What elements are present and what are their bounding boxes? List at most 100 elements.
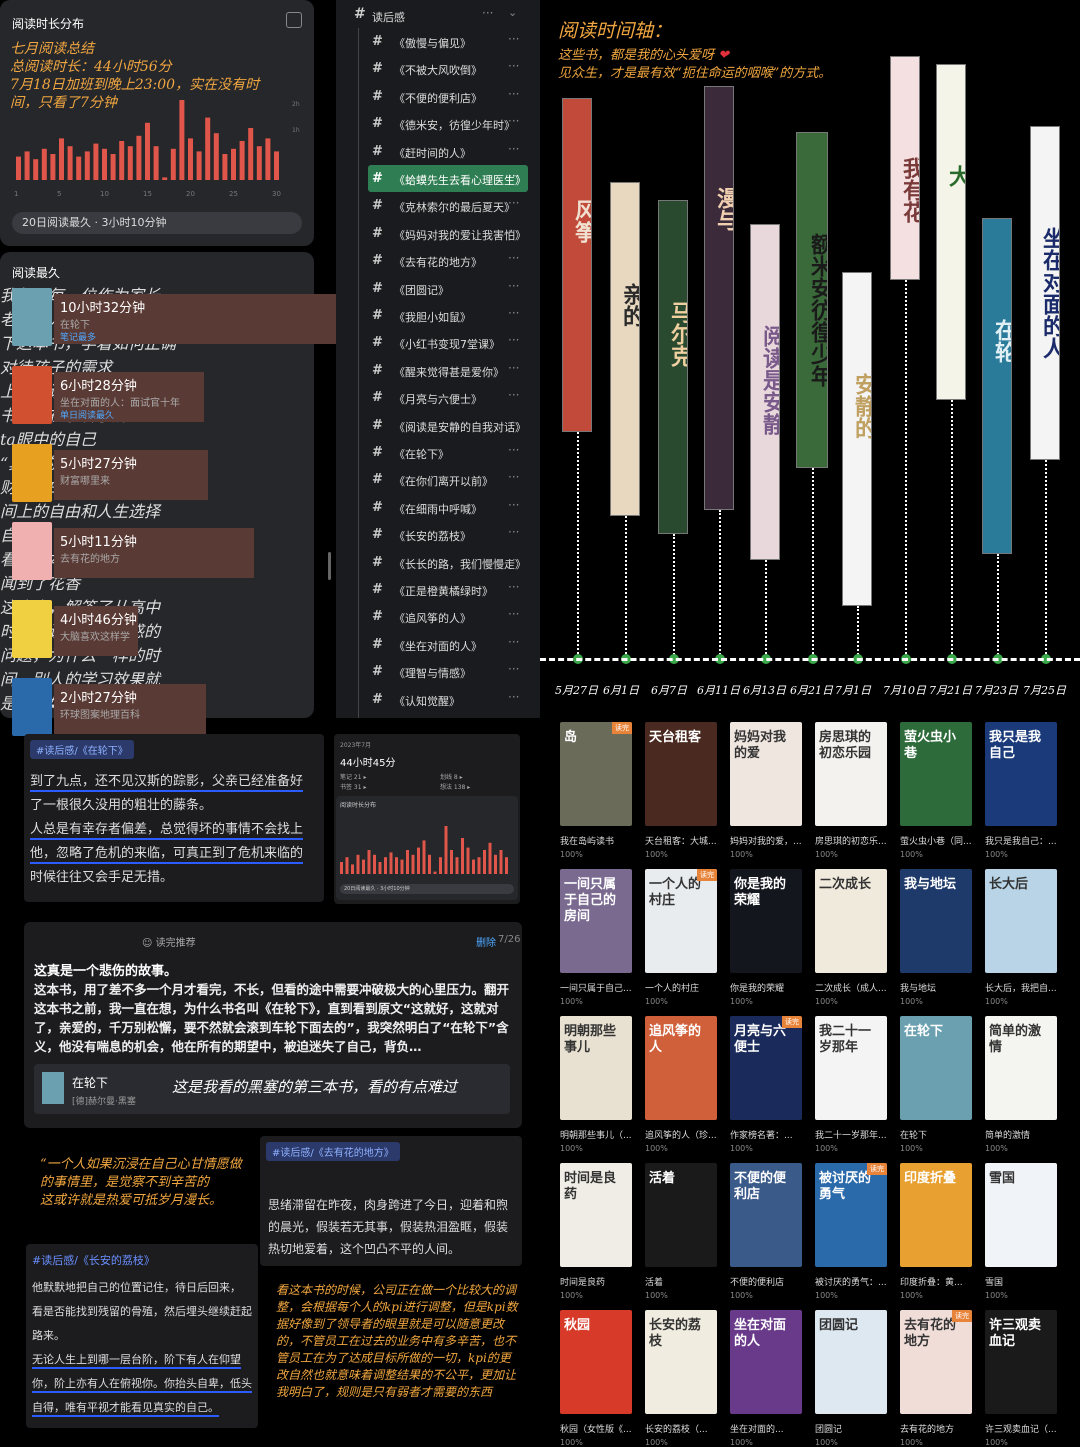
day-bar[interactable] <box>110 154 116 180</box>
note-item[interactable]: # 《醒来觉得甚是爱你》 ··· <box>336 357 540 384</box>
day-bar[interactable] <box>127 146 133 180</box>
book-spine[interactable]: 大 <box>936 64 966 400</box>
book-spine[interactable]: 额米安彷徨少年 <box>796 132 828 468</box>
shelf-book[interactable]: 印度折叠 印度折叠：黄... 100% <box>900 1163 974 1300</box>
delete-button[interactable]: 删除 <box>476 934 496 949</box>
longest-row[interactable]: 4小时46分钟 大脑喜欢这样学 <box>0 594 314 668</box>
shelf-book[interactable]: 我与地坛 我与地坛 100% <box>900 869 974 1006</box>
shelf-book[interactable]: 许三观卖血记 许三观卖血记（... 100% <box>985 1310 1059 1447</box>
day-bar[interactable] <box>136 135 142 180</box>
day-bar[interactable] <box>179 100 185 180</box>
note-item[interactable]: # 《德米安，彷徨少年时》 ··· <box>336 110 540 137</box>
more-icon[interactable]: ··· <box>508 224 519 238</box>
more-icon[interactable]: ··· <box>508 196 519 210</box>
shelf-book[interactable]: 一个人的村庄 读完 一个人的村庄 100% <box>645 869 719 1006</box>
shelf-book[interactable]: 去有花的地方 读完 去有花的地方 100% <box>900 1310 974 1447</box>
more-icon[interactable]: ··· <box>508 32 519 46</box>
shelf-book[interactable]: 被讨厌的勇气 读完 被讨厌的勇气：... 100% <box>815 1163 889 1300</box>
day-bar[interactable] <box>24 151 30 180</box>
day-bar[interactable] <box>153 146 159 180</box>
day-bar[interactable] <box>59 138 64 180</box>
book-spine[interactable]: 亲的 <box>610 182 640 516</box>
book-spine[interactable]: 马尔克 <box>658 200 688 534</box>
shelf-book[interactable]: 时间是良药 时间是良药 100% <box>560 1163 634 1300</box>
shelf-book[interactable]: 妈妈对我的爱 妈妈对我的爱，... 100% <box>730 722 804 859</box>
shelf-book[interactable]: 雪国 雪国 100% <box>985 1163 1059 1300</box>
more-icon[interactable]: ··· <box>508 361 519 375</box>
book-link[interactable]: 在轮下 [德]赫尔曼·黑塞 这是我看的黑塞的第三本书，看的有点难过 <box>34 1064 510 1114</box>
book-spine[interactable]: 在轮 <box>982 218 1012 554</box>
note-item[interactable]: # 《在你们离开以前》 ··· <box>336 466 540 493</box>
note-item[interactable]: # 《认知觉醒》 ··· <box>336 686 540 713</box>
more-icon[interactable]: ··· <box>508 306 519 320</box>
more-icon[interactable]: ··· <box>508 580 519 594</box>
day-bar[interactable] <box>256 146 262 180</box>
more-icon[interactable]: ··· <box>508 114 519 128</box>
book-spine[interactable]: 我有花 <box>890 56 920 280</box>
note-item[interactable]: # 《傲慢与偏见》 ··· <box>336 28 540 55</box>
note-item[interactable]: # 《团圆记》 ··· <box>336 275 540 302</box>
shelf-book[interactable]: 团圆记 团圆记 100% <box>815 1310 889 1447</box>
shelf-book[interactable]: 长安的荔枝 长安的荔枝（... 100% <box>645 1310 719 1447</box>
shelf-book[interactable]: 简单的激情 简单的激情 100% <box>985 1016 1059 1153</box>
note-item[interactable]: # 《小红书变现7堂课》 ··· <box>336 329 540 356</box>
more-icon[interactable]: ··· <box>508 59 519 73</box>
more-icon[interactable]: ··· <box>508 607 519 621</box>
day-bar[interactable] <box>162 177 168 180</box>
day-bar[interactable] <box>76 156 82 180</box>
note-item[interactable]: # 《我胆小如鼠》 ··· <box>336 302 540 329</box>
shelf-book[interactable]: 坐在对面的人 坐在对面的... 100% <box>730 1310 804 1447</box>
book-spine[interactable]: 安静的 <box>842 272 872 606</box>
scrollbar[interactable] <box>328 552 331 580</box>
note-item[interactable]: # 《阅读是安静的自我对话》 ··· <box>336 412 540 439</box>
more-icon[interactable]: ··· <box>482 6 493 20</box>
note-item[interactable]: # 《不便的便利店》 ··· <box>336 83 540 110</box>
book-spine[interactable]: 坐在对面的人 <box>1030 126 1060 460</box>
day-bar[interactable] <box>119 141 125 180</box>
day-bar[interactable] <box>33 159 39 180</box>
shelf-book[interactable]: 追风筝的人 追风筝的人（珍... 100% <box>645 1016 719 1153</box>
day-bar[interactable] <box>205 117 211 180</box>
book-spine[interactable]: 阅读是安静 <box>750 224 780 560</box>
day-bar[interactable] <box>239 141 245 180</box>
longest-row[interactable]: 5小时11分钟 去有花的地方 <box>0 516 314 590</box>
shelf-book[interactable]: 月亮与六便士 读完 作家榜名著：... 100% <box>730 1016 804 1153</box>
note-item[interactable]: # 《蛤蟆先生去看心理医生》 ··· <box>368 165 528 192</box>
day-bar[interactable] <box>67 146 73 180</box>
note-item[interactable]: # 《正是橙黄橘绿时》 ··· <box>336 576 540 603</box>
day-bar[interactable] <box>188 138 193 180</box>
more-icon[interactable]: ··· <box>508 443 519 457</box>
day-bar[interactable] <box>170 148 176 180</box>
more-icon[interactable]: ··· <box>508 498 519 512</box>
day-bar[interactable] <box>16 156 21 180</box>
note-item[interactable]: # 《长安的荔枝》 ··· <box>336 521 540 548</box>
day-bar[interactable] <box>84 151 90 180</box>
shelf-book[interactable]: 你是我的荣耀 你是我的荣耀 100% <box>730 869 804 1006</box>
longest-row[interactable]: 5小时27分钟 财富哪里来 <box>0 438 314 512</box>
more-icon[interactable]: ··· <box>508 142 519 156</box>
more-icon[interactable]: ··· <box>508 662 519 676</box>
shelf-book[interactable]: 活着 活着 100% <box>645 1163 719 1300</box>
day-bar[interactable] <box>231 148 236 180</box>
note-item[interactable]: # 《去有花的地方》 ··· <box>336 247 540 274</box>
day-bar[interactable] <box>274 151 279 180</box>
shelf-book[interactable]: 房思琪的初恋乐园 房思琪的初恋乐... 100% <box>815 722 889 859</box>
book-spine[interactable]: 风筝 <box>562 98 592 432</box>
shelf-book[interactable]: 岛读完 我在岛屿读书 100% <box>560 722 634 859</box>
shelf-book[interactable]: 天台租客 天台租客：大城... 100% <box>645 722 719 859</box>
shelf-book[interactable]: 秋园 秋园（女性版《... 100% <box>560 1310 634 1447</box>
note-item[interactable]: # 《在细雨中呼喊》 ··· <box>336 494 540 521</box>
calendar-icon[interactable] <box>286 12 302 28</box>
note-item[interactable]: # 《赶时间的人》 ··· <box>336 138 540 165</box>
shelf-book[interactable]: 二次成长 二次成长（成人... 100% <box>815 869 889 1006</box>
note-item[interactable]: # 《在轮下》 ··· <box>336 439 540 466</box>
more-icon[interactable]: ··· <box>508 333 519 347</box>
day-bar[interactable] <box>50 154 56 180</box>
day-bar[interactable] <box>196 151 202 180</box>
day-bar[interactable] <box>213 133 219 180</box>
chevron-down-icon[interactable]: ⌄ <box>508 6 517 19</box>
more-icon[interactable]: ··· <box>508 635 519 649</box>
shelf-book[interactable]: 不便的便利店 不便的便利店 100% <box>730 1163 804 1300</box>
longest-row[interactable]: 6小时28分钟 坐在对面的人：面试官十年 单日阅读最久 <box>0 360 314 434</box>
note-item[interactable]: # 《追风筝的人》 ··· <box>336 603 540 630</box>
